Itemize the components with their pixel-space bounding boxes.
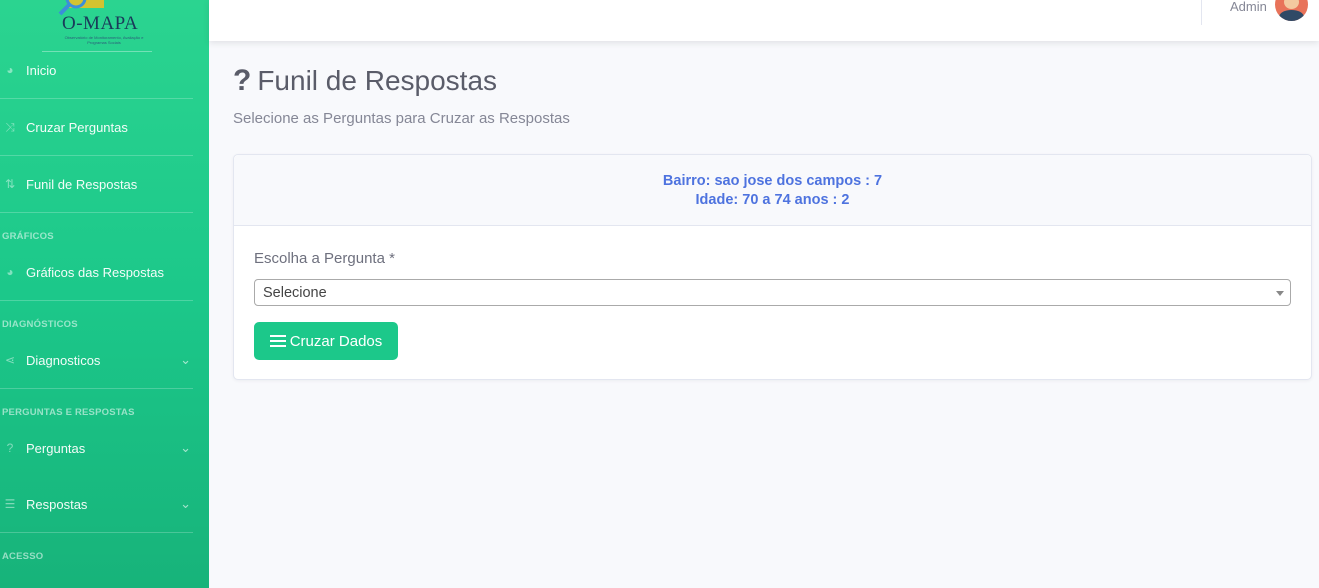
topbar: Admin <box>209 0 1319 41</box>
sidebar-item-label: Inicio <box>26 62 57 78</box>
sidebar-item-inicio[interactable]: ◕ Inicio <box>0 60 209 80</box>
share-icon: ⋖ <box>4 353 16 367</box>
question-icon: ? <box>233 64 252 97</box>
cruzar-dados-button[interactable]: Cruzar Dados <box>254 322 398 360</box>
sidebar-item-label: Perguntas <box>26 440 86 456</box>
avatar-face <box>1284 0 1299 9</box>
tachometer-icon: ◕ <box>6 265 14 279</box>
card-header-filters: Bairro: sao jose dos campos : 7 Idade: 7… <box>234 155 1311 226</box>
sidebar-item-label: Respostas <box>26 496 88 512</box>
list-icon <box>269 335 286 347</box>
brand-name: O-MAPA <box>62 13 139 34</box>
question-select-value: Selecione <box>263 285 327 301</box>
sidebar-item-label: Cruzar Perguntas <box>26 119 128 135</box>
sidebar-item-label: Funil de Respostas <box>26 176 138 192</box>
sidebar-divider <box>0 98 193 99</box>
sidebar-divider <box>0 532 193 533</box>
random-icon: ⤨ <box>5 119 15 134</box>
page-title: ? Funil de Respostas <box>233 64 497 98</box>
tachometer-icon: ◕ <box>6 63 14 77</box>
user-name[interactable]: Admin <box>1230 0 1267 14</box>
cruzar-dados-label: Cruzar Dados <box>289 332 383 350</box>
chevron-down-icon: ⌄ <box>180 440 191 455</box>
page-subtitle: Selecione as Perguntas para Cruzar as Re… <box>233 110 570 127</box>
caret-down-icon <box>1276 291 1284 296</box>
sidebar-heading-acesso: ACESSO <box>2 551 44 562</box>
sort-icon: ⇅ <box>4 177 16 191</box>
chevron-down-icon: ⌄ <box>180 352 191 367</box>
filter-line: Bairro: sao jose dos campos : 7 <box>662 173 883 189</box>
sidebar-item-respostas[interactable]: ☰ Respostas ⌄ <box>0 494 209 514</box>
sidebar-item-diagnosticos[interactable]: ⋖ Diagnosticos ⌄ <box>0 350 209 370</box>
topbar-divider <box>1201 0 1202 25</box>
question-select[interactable]: Selecione <box>254 279 1291 306</box>
avatar[interactable] <box>1275 0 1308 21</box>
sidebar-item-label: Gráficos das Respostas <box>26 264 165 280</box>
sidebar-heading-diagnosticos: DIAGNÓSTICOS <box>2 319 78 330</box>
sidebar-item-funil-de-respostas[interactable]: ⇅ Funil de Respostas <box>0 174 209 194</box>
brand-logo[interactable]: O-MAPA Observatório de Monitoramento, Av… <box>42 0 152 52</box>
sidebar-divider <box>0 212 193 213</box>
page-title-text: Funil de Respostas <box>257 65 498 96</box>
brand-divider <box>42 51 152 52</box>
sidebar-divider <box>0 388 193 389</box>
sidebar-item-cruzar-perguntas[interactable]: ⤨ Cruzar Perguntas <box>0 117 209 137</box>
sidebar-divider <box>0 300 193 301</box>
sidebar-item-graficos-das-respostas[interactable]: ◕ Gráficos das Respostas <box>0 262 209 282</box>
sidebar-item-perguntas[interactable]: ? Perguntas ⌄ <box>0 438 209 458</box>
filter-line: Idade: 70 a 74 anos : 2 <box>695 192 850 208</box>
sidebar-item-label: Diagnosticos <box>26 352 101 368</box>
list-icon: ☰ <box>4 497 16 511</box>
chevron-down-icon: ⌄ <box>180 496 191 511</box>
sidebar-heading-graficos: GRÁFICOS <box>2 231 54 242</box>
sidebar-divider <box>0 155 193 156</box>
sidebar: O-MAPA Observatório de Monitoramento, Av… <box>0 0 209 588</box>
question-icon: ? <box>6 441 14 455</box>
sidebar-heading-perguntas-e-respostas: PERGUNTAS E RESPOSTAS <box>2 407 135 418</box>
brand-subtitle: Observatório de Monitoramento, Avaliação… <box>64 35 144 45</box>
avatar-body <box>1279 10 1304 21</box>
funnel-card: Bairro: sao jose dos campos : 7 Idade: 7… <box>233 154 1312 380</box>
question-field-label: Escolha a Pergunta * <box>254 250 395 267</box>
